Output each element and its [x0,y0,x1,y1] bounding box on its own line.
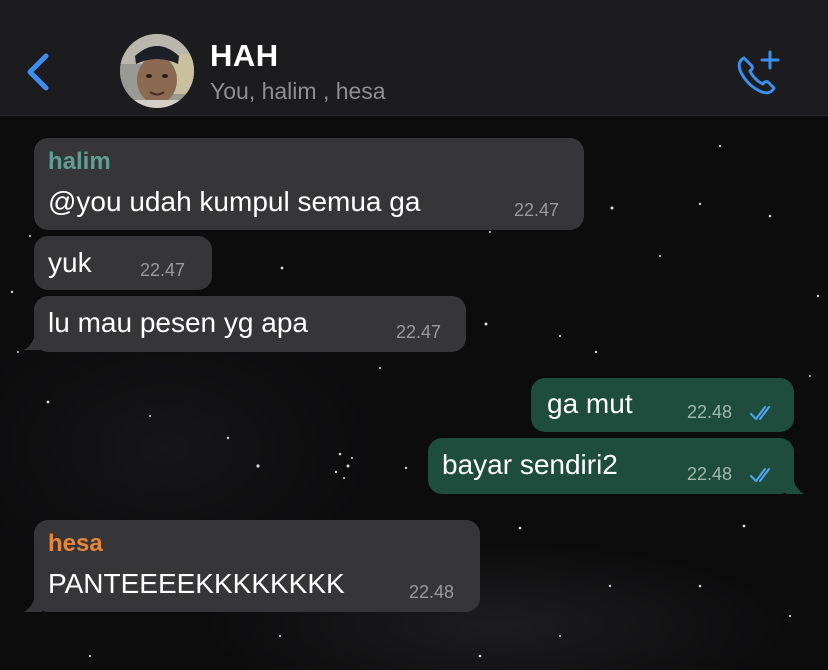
message-time: 22.47 [396,322,442,342]
chat-header: HAH You, halim , hesa [0,0,828,116]
message-text: @you udah kumpul semua ga [48,186,421,217]
add-call-button[interactable] [730,44,786,100]
message-time: 22.47 [140,260,186,280]
message-text: bayar sendiri2 [442,449,618,480]
message-time: 22.48 [409,582,455,602]
back-button[interactable] [18,48,58,96]
message-text: ga mut [547,388,633,419]
bubble-tail [786,474,804,494]
message-bubble[interactable]: hesa PANTEEEEKKKKKKKK 22.48 [34,520,480,612]
message-bubble[interactable]: bayar sendiri2 22.48 [428,438,794,494]
message-bubble[interactable]: yuk 22.47 [34,236,212,290]
message-text: PANTEEEEKKKKKKKK [48,568,345,599]
message-text: lu mau pesen yg apa [48,307,308,338]
message-time: 22.48 [687,464,733,484]
chat-title[interactable]: HAH [210,38,279,74]
message-bubble[interactable]: ga mut 22.48 [531,378,794,432]
sender-name: hesa [48,530,103,557]
sender-name: halim [48,148,111,175]
message-bubble[interactable]: lu mau pesen yg apa 22.47 [34,296,466,352]
message-text: yuk [48,247,92,278]
message-bubble[interactable]: halim @you udah kumpul semua ga 22.47 [34,138,584,230]
bubble-tail [24,330,42,350]
chat-participants[interactable]: You, halim , hesa [210,78,386,105]
chat-background: halim @you udah kumpul semua ga 22.47 yu… [0,116,828,670]
chevron-left-icon [27,53,49,91]
avatar-photo [120,34,194,108]
message-time: 22.48 [687,402,733,422]
double-check-icon [750,468,770,482]
double-check-icon [750,406,770,420]
message-time: 22.47 [514,200,560,220]
group-avatar[interactable] [120,34,194,108]
add-call-icon [737,50,780,95]
bubble-tail [24,592,42,612]
